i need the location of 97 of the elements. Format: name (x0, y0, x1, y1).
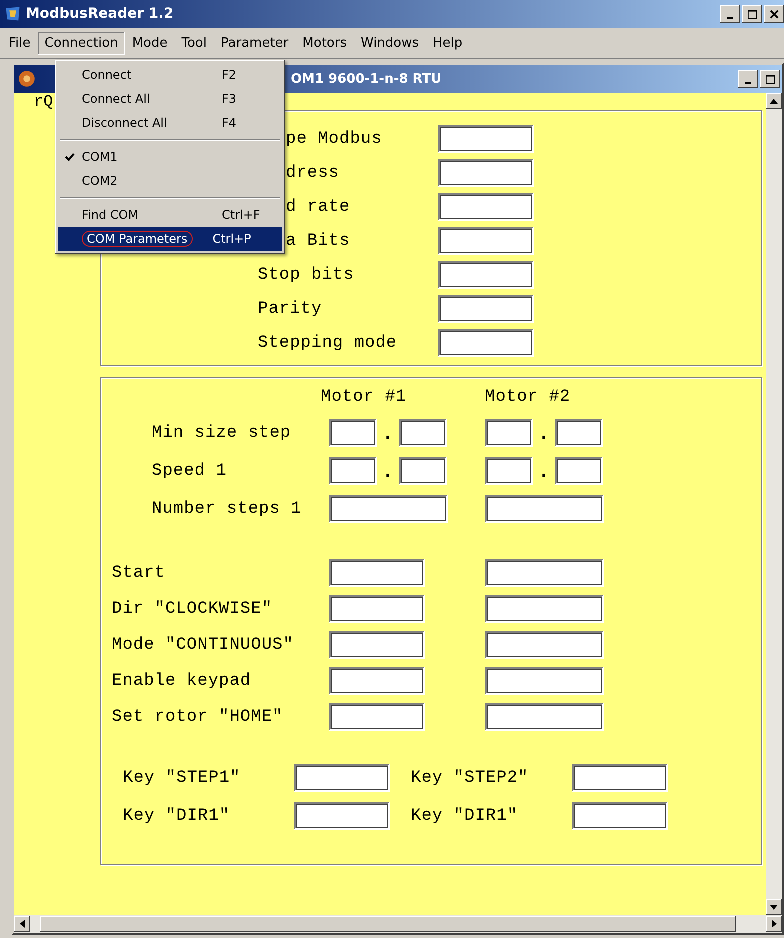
scroll-right-button[interactable] (766, 916, 782, 932)
input-field[interactable] (572, 764, 668, 792)
input-field[interactable] (438, 159, 534, 187)
vertical-scrollbar[interactable] (766, 93, 782, 915)
column-header: Motor #1 (321, 388, 408, 409)
right-arrow-icon (772, 920, 776, 928)
input-field[interactable] (485, 703, 604, 731)
input-field[interactable] (329, 631, 425, 659)
menu-item[interactable]: File (2, 32, 38, 54)
input-field[interactable] (485, 667, 604, 695)
field-label: Mode "CONTINUOUS" (112, 636, 295, 654)
menu-item[interactable]: Windows (354, 32, 426, 54)
field-label: Min size step (152, 424, 292, 442)
decimal-separator: . (384, 424, 392, 442)
maximize-icon (748, 10, 756, 18)
menu-option[interactable]: Connect F2 (58, 63, 282, 87)
field-label: Enable keypad (112, 672, 252, 690)
menu-option[interactable]: Connect All F3 (58, 87, 282, 111)
scroll-thumb[interactable] (40, 916, 736, 932)
input-field[interactable] (329, 703, 425, 731)
input-field[interactable] (329, 457, 377, 485)
scroll-up-button[interactable] (766, 93, 782, 109)
field-label: Number steps 1 (152, 500, 303, 518)
input-field[interactable] (485, 457, 533, 485)
input-field[interactable] (438, 227, 534, 255)
input-field[interactable] (572, 802, 668, 830)
minimize-button[interactable] (738, 70, 758, 88)
field-label: a Bits (285, 232, 352, 250)
input-field[interactable] (329, 667, 425, 695)
input-field[interactable] (438, 125, 534, 153)
maximize-icon (766, 74, 774, 84)
field-label: Dir "CLOCKWISE" (112, 600, 274, 618)
menu-item[interactable]: Help (426, 32, 470, 54)
input-field[interactable] (399, 419, 447, 447)
field-label: Stepping mode (258, 334, 398, 352)
field-label: Speed 1 (152, 462, 228, 480)
input-field[interactable] (485, 495, 604, 523)
menu-option[interactable]: COM Parameters Ctrl+P (58, 227, 282, 251)
input-field[interactable] (294, 764, 390, 792)
input-field[interactable] (485, 559, 604, 587)
input-field[interactable] (485, 595, 604, 623)
field-label: Set rotor "HOME" (112, 708, 284, 726)
input-field[interactable] (329, 595, 425, 623)
column-header: Motor #2 (485, 388, 572, 409)
checkmark-icon (65, 153, 75, 161)
field-label: pe Modbus (285, 130, 384, 148)
input-field[interactable] (438, 261, 534, 289)
field-label: Key "DIR1" (410, 806, 520, 826)
field-label: Stop bits (258, 266, 356, 284)
horizontal-scrollbar[interactable] (14, 915, 782, 933)
maximize-button[interactable] (760, 70, 780, 88)
left-arrow-icon (20, 920, 24, 928)
scroll-left-button[interactable] (14, 916, 30, 932)
input-field[interactable] (329, 419, 377, 447)
field-label: d rate (285, 198, 352, 216)
input-field[interactable] (485, 631, 604, 659)
input-field[interactable] (438, 193, 534, 221)
minimize-button[interactable] (720, 5, 740, 23)
field-label: Parity (258, 300, 324, 318)
menu-option[interactable]: COM1 (58, 145, 282, 169)
up-arrow-icon (770, 98, 778, 104)
input-field[interactable] (438, 295, 534, 323)
input-field[interactable] (399, 457, 447, 485)
field-label: Key "STEP2" (410, 768, 530, 788)
menu-item[interactable]: Parameter (214, 32, 296, 54)
menu-item[interactable]: Connection (38, 32, 126, 54)
decimal-separator: . (384, 462, 392, 480)
close-button[interactable] (764, 5, 784, 23)
maximize-button[interactable] (742, 5, 762, 23)
minimize-icon (727, 16, 733, 18)
menu-item[interactable]: Motors (296, 32, 354, 54)
scroll-down-button[interactable] (766, 899, 782, 915)
app-icon (4, 5, 22, 23)
window-title: ModbusReader 1.2 (26, 6, 174, 22)
input-field[interactable] (294, 802, 390, 830)
close-icon (770, 10, 778, 18)
menu-item[interactable]: Mode (125, 32, 175, 54)
menu-item[interactable]: Tool (174, 32, 214, 54)
field-label: Key "DIR1" (123, 806, 232, 826)
input-field[interactable] (555, 457, 603, 485)
input-field[interactable] (329, 495, 448, 523)
child-window-title: OM1 9600-1-n-8 RTU (291, 72, 442, 86)
input-field[interactable] (438, 329, 534, 357)
status-text: rQ (34, 93, 54, 111)
input-field[interactable] (555, 419, 603, 447)
menu-option[interactable]: Find COM Ctrl+F (58, 203, 282, 227)
field-label: dress (285, 164, 341, 182)
menu-option[interactable]: Disconnect All F4 (58, 111, 282, 135)
decimal-separator: . (540, 462, 548, 480)
field-label: Key "STEP1" (123, 768, 242, 788)
decimal-separator: . (540, 424, 548, 442)
input-field[interactable] (329, 559, 425, 587)
input-field[interactable] (485, 419, 533, 447)
minimize-icon (745, 82, 751, 84)
menu-option[interactable]: COM2 (58, 169, 282, 193)
down-arrow-icon (770, 904, 778, 910)
field-label: Start (112, 564, 167, 582)
